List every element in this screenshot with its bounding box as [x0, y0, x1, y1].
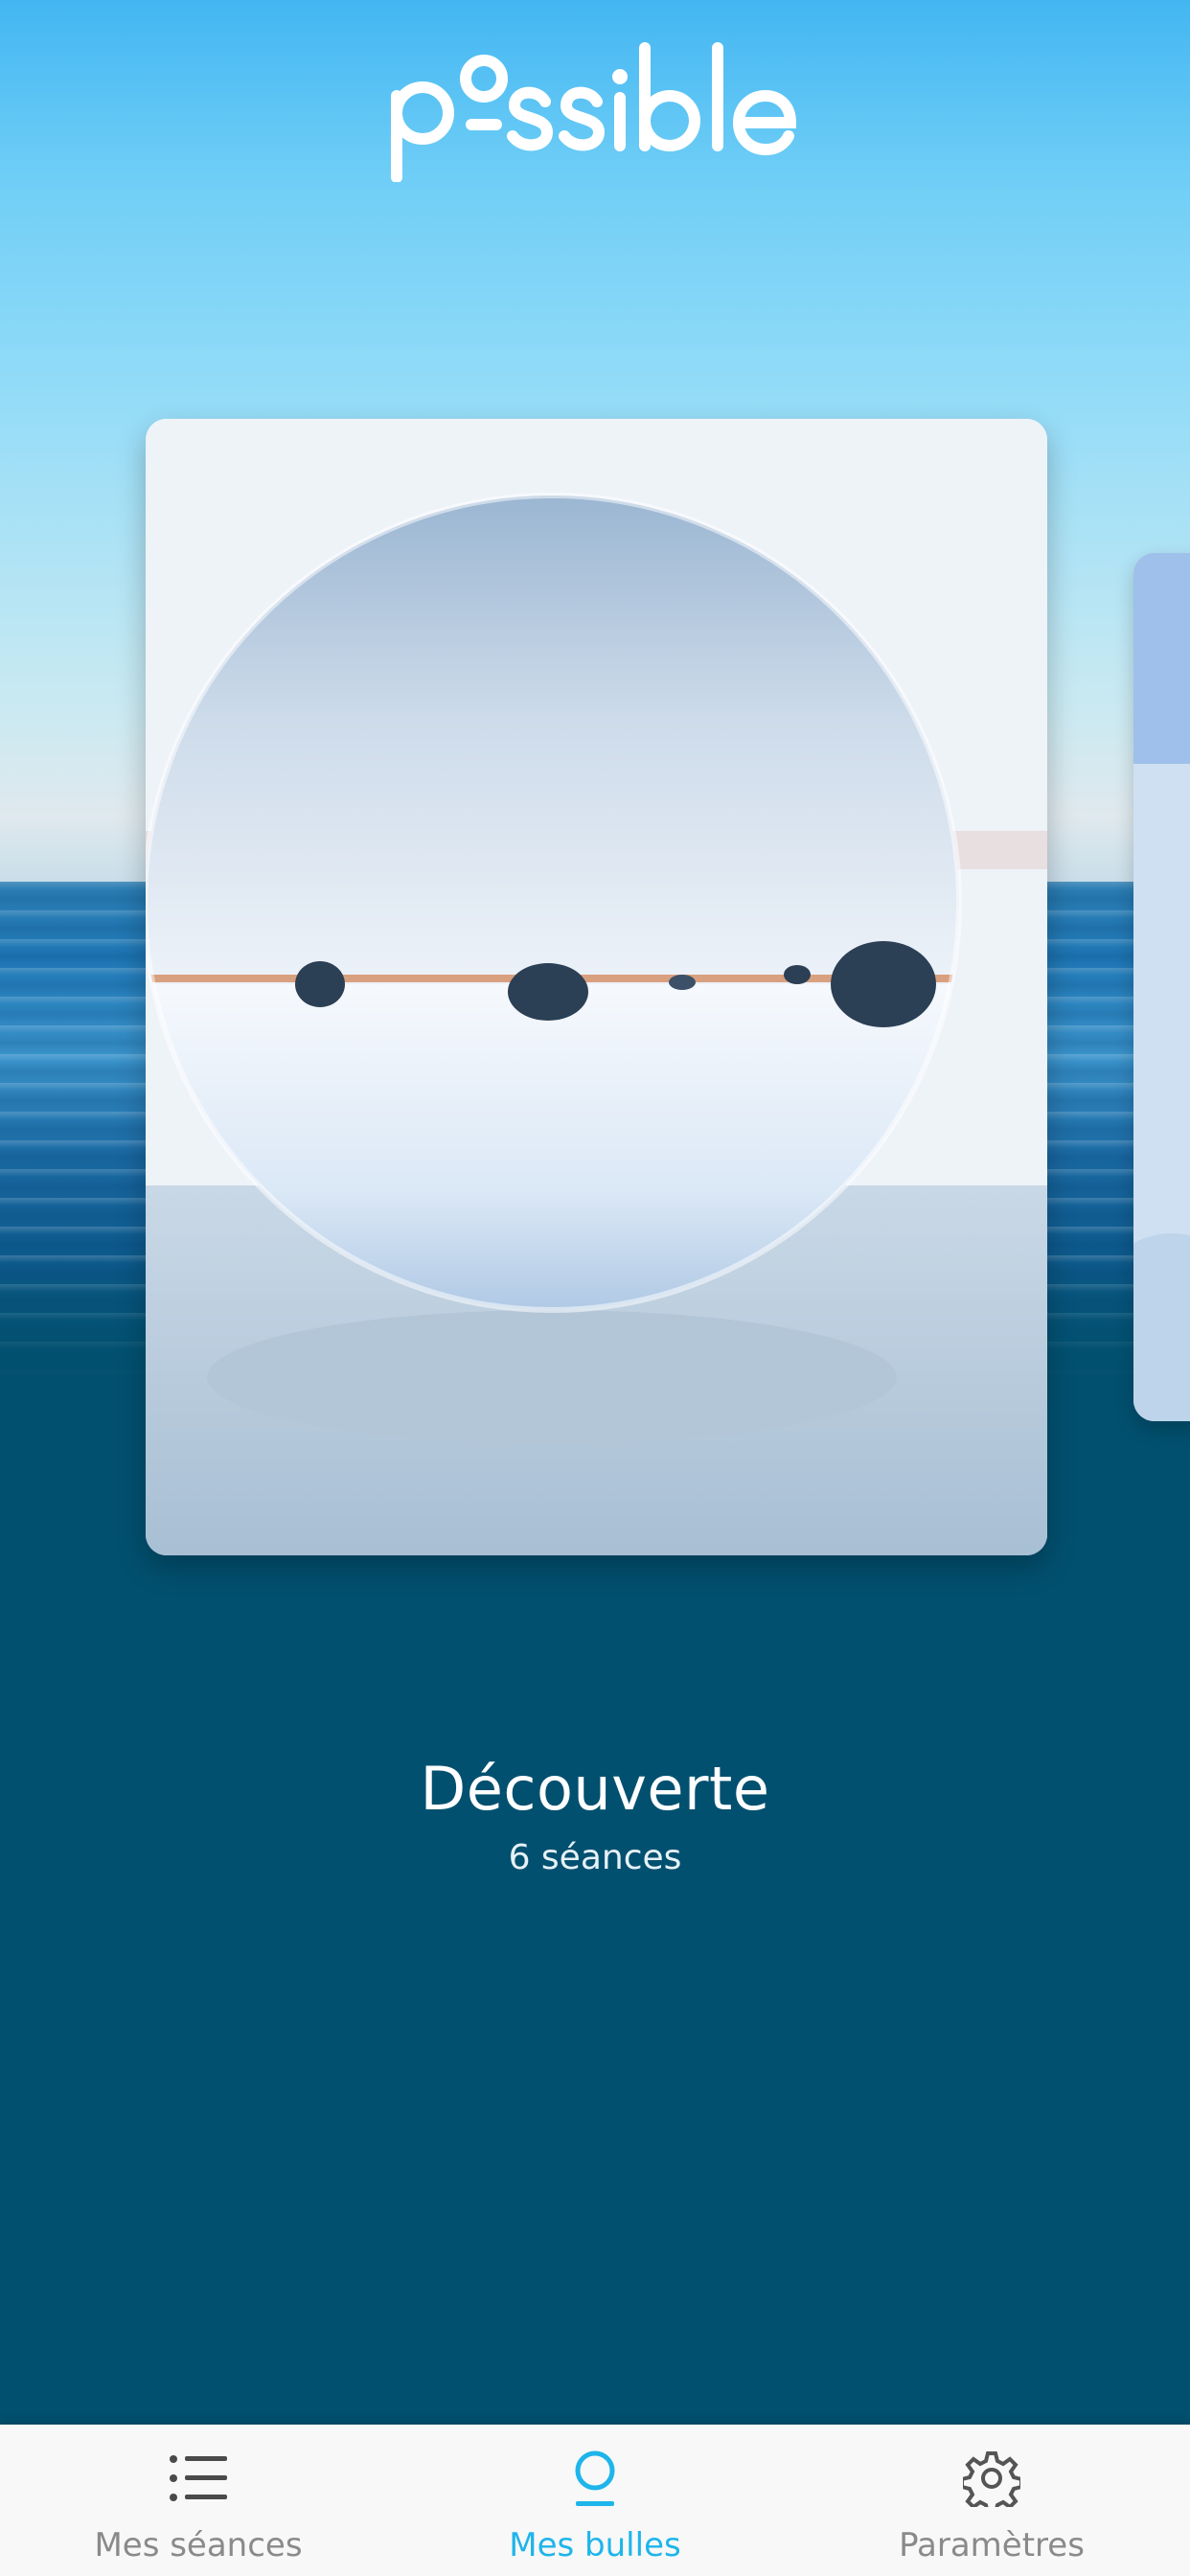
possible-logo: [391, 42, 797, 182]
tab-mes-bulles[interactable]: Mes bulles: [397, 2425, 793, 2576]
gear-icon: [957, 2444, 1026, 2513]
tab-parametres[interactable]: Paramètres: [793, 2425, 1190, 2576]
tab-label-mes-seances: Mes séances: [94, 2526, 303, 2564]
app-screen: Découverte 6 séances Mes séances Mes bul…: [0, 0, 1190, 2576]
water-photo-peek: [1133, 553, 1190, 1421]
theme-session-count: 6 séances: [508, 1838, 682, 1877]
bottom-tab-bar: Mes séances Mes bulles Paramètres: [0, 2425, 1190, 2576]
list-icon: [164, 2444, 233, 2513]
tab-label-parametres: Paramètres: [899, 2526, 1085, 2564]
tab-mes-seances[interactable]: Mes séances: [0, 2425, 397, 2576]
theme-card-decouverte[interactable]: [146, 419, 1047, 1555]
tab-label-mes-bulles: Mes bulles: [509, 2526, 681, 2564]
next-theme-card[interactable]: [1133, 553, 1190, 1421]
bubble-icon: [561, 2444, 629, 2513]
crystal-ball-image: [146, 419, 1047, 1555]
theme-title: Découverte: [420, 1754, 770, 1824]
app-logo: [0, 38, 1190, 186]
